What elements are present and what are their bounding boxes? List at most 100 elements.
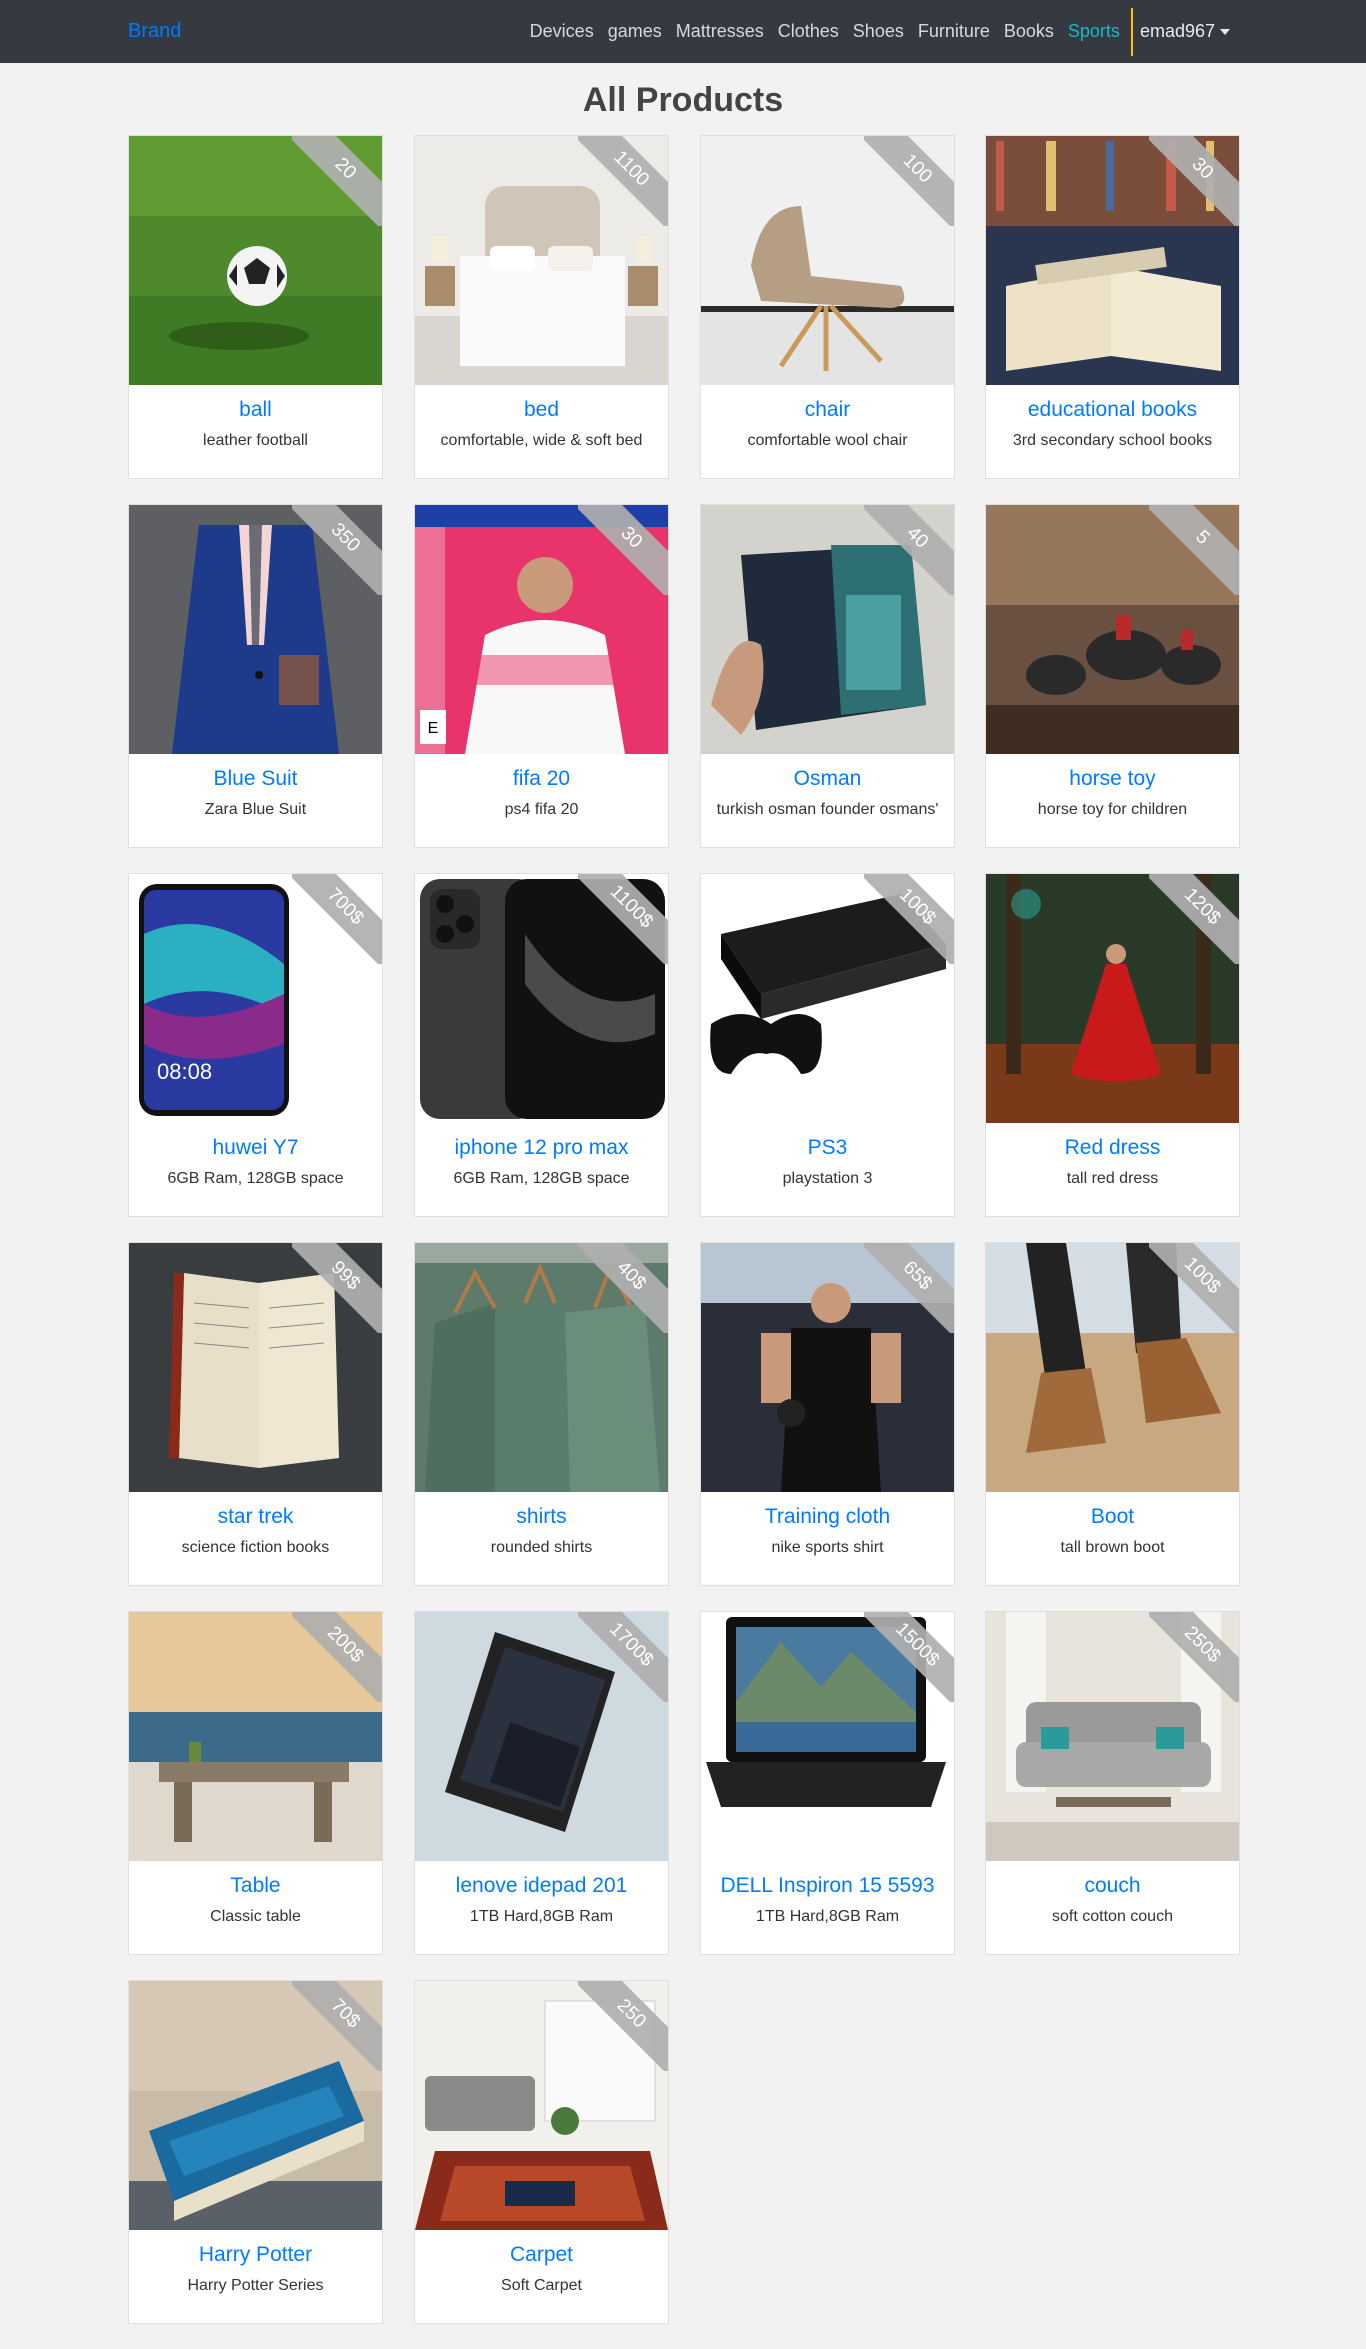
product-image[interactable]: 120$ — [986, 874, 1239, 1123]
product-image[interactable]: 100$ — [701, 874, 954, 1123]
product-image[interactable]: 40$ — [415, 1243, 668, 1492]
nav-link-mattresses[interactable]: Mattresses — [669, 21, 771, 42]
nav-link-furniture[interactable]: Furniture — [911, 21, 997, 42]
nav-link-shoes[interactable]: Shoes — [846, 21, 911, 42]
product-image[interactable]: 100 — [701, 136, 954, 385]
product-image[interactable]: 100$ — [986, 1243, 1239, 1492]
product-image[interactable]: 40 — [701, 505, 954, 754]
product-card[interactable]: 70$ Harry Potter Harry Potter Series — [128, 1980, 383, 2324]
product-image[interactable]: 30 — [986, 136, 1239, 385]
product-title-link[interactable]: star trek — [129, 1502, 382, 1532]
product-title-link[interactable]: Table — [129, 1871, 382, 1901]
caret-down-icon — [1220, 28, 1230, 35]
product-card[interactable]: 250 Carpet Soft Carpet — [414, 1980, 669, 2324]
price-ribbon: 700$ — [292, 874, 382, 964]
user-dropdown[interactable]: emad967 — [1140, 21, 1230, 42]
price-label: 100 — [864, 136, 954, 226]
product-card[interactable]: 350 Blue Suit Zara Blue Suit — [128, 504, 383, 848]
nav-link-sports[interactable]: Sports — [1061, 21, 1127, 42]
product-title-link[interactable]: Boot — [986, 1502, 1239, 1532]
product-description: ps4 fifa 20 — [504, 801, 579, 818]
product-card[interactable]: 1100$ iphone 12 pro max 6GB Ram, 128GB spa… — [414, 873, 669, 1217]
product-description: comfortable wool chair — [747, 432, 908, 449]
product-body: ball leather football — [129, 385, 382, 453]
product-image[interactable]: 250 — [415, 1981, 668, 2230]
product-title-link[interactable]: chair — [701, 395, 954, 425]
product-card[interactable]: 100$ PS3 playstation 3 — [700, 873, 955, 1217]
product-title-link[interactable]: iphone 12 pro max — [415, 1133, 668, 1163]
product-title-link[interactable]: bed — [415, 395, 668, 425]
product-title-link[interactable]: huwei Y7 — [129, 1133, 382, 1163]
nav-link-devices[interactable]: Devices — [523, 21, 601, 42]
price-label: 70$ — [292, 1981, 382, 2071]
product-body: Harry Potter Harry Potter Series — [129, 2230, 382, 2298]
nav-link-books[interactable]: Books — [997, 21, 1061, 42]
product-card[interactable]: 250$ couch soft cotton couch — [985, 1611, 1240, 1955]
product-title-link[interactable]: ball — [129, 395, 382, 425]
product-image[interactable]: 99$ — [129, 1243, 382, 1492]
price-label: 65$ — [864, 1243, 954, 1333]
product-image[interactable]: 350 — [129, 505, 382, 754]
product-title-link[interactable]: Osman — [701, 764, 954, 794]
product-card[interactable]: 40$ shirts rounded shirts — [414, 1242, 669, 1586]
product-card[interactable]: 65$ Training cloth nike sports shirt — [700, 1242, 955, 1586]
product-card[interactable]: 120$ Red dress tall red dress — [985, 873, 1240, 1217]
product-title-link[interactable]: horse toy — [986, 764, 1239, 794]
product-title-link[interactable]: Harry Potter — [129, 2240, 382, 2270]
product-title-link[interactable]: couch — [986, 1871, 1239, 1901]
nav-divider — [1130, 7, 1133, 56]
product-image[interactable]: 20 — [129, 136, 382, 385]
product-card[interactable]: 08:08 700$ huwei Y7 6GB Ram, 128GB space — [128, 873, 383, 1217]
product-title-link[interactable]: educational books — [986, 395, 1239, 425]
product-title-link[interactable]: shirts — [415, 1502, 668, 1532]
product-title-link[interactable]: PS3 — [701, 1133, 954, 1163]
product-card[interactable]: 1700$ lenove idepad 201 1TB Hard,8GB Ram — [414, 1611, 669, 1955]
product-card[interactable]: 20 ball leather football — [128, 135, 383, 479]
product-title-link[interactable]: fifa 20 — [415, 764, 668, 794]
product-description: 1TB Hard,8GB Ram — [469, 1908, 614, 1925]
price-label: 30 — [578, 505, 668, 595]
product-title-link[interactable]: Training cloth — [701, 1502, 954, 1532]
price-ribbon: 1700$ — [578, 1612, 668, 1702]
product-image[interactable]: 70$ — [129, 1981, 382, 2230]
product-title-link[interactable]: lenove idepad 201 — [415, 1871, 668, 1901]
product-image[interactable]: 65$ — [701, 1243, 954, 1492]
price-ribbon: 30 — [1149, 136, 1239, 226]
price-ribbon: 100$ — [1149, 1243, 1239, 1333]
product-card[interactable]: 99$ star trek science fiction books — [128, 1242, 383, 1586]
product-card[interactable]: E 30 fifa 20 ps4 fifa 20 — [414, 504, 669, 848]
product-image[interactable]: 1100 — [415, 136, 668, 385]
product-title-link[interactable]: Red dress — [986, 1133, 1239, 1163]
product-description: Harry Potter Series — [187, 2277, 324, 2294]
product-title-link[interactable]: DELL Inspiron 15 5593 — [701, 1871, 954, 1901]
price-label: 5 — [1149, 505, 1239, 595]
product-card[interactable]: 1500$ DELL Inspiron 15 5593 1TB Hard,8GB R… — [700, 1611, 955, 1955]
product-card[interactable]: 5 horse toy horse toy for children — [985, 504, 1240, 848]
product-card[interactable]: 30 educational books 3rd secondary school … — [985, 135, 1240, 479]
product-image[interactable]: E 30 — [415, 505, 668, 754]
price-ribbon: 40 — [864, 505, 954, 595]
product-card[interactable]: 1100 bed comfortable, wide & soft bed — [414, 135, 669, 479]
brand-link[interactable]: Brand — [128, 20, 181, 43]
price-label: 20 — [292, 136, 382, 226]
product-body: PS3 playstation 3 — [701, 1123, 954, 1191]
product-card[interactable]: 200$ Table Classic table — [128, 1611, 383, 1955]
product-card[interactable]: 40 Osman turkish osman founder osmans' — [700, 504, 955, 848]
svg-text:08:08: 08:08 — [157, 1059, 212, 1084]
product-image[interactable]: 1100$ — [415, 874, 668, 1123]
product-image[interactable]: 1700$ — [415, 1612, 668, 1861]
product-image[interactable]: 08:08 700$ — [129, 874, 382, 1123]
nav-link-games[interactable]: games — [601, 21, 669, 42]
product-image[interactable]: 250$ — [986, 1612, 1239, 1861]
product-body: fifa 20 ps4 fifa 20 — [415, 754, 668, 822]
product-title-link[interactable]: Carpet — [415, 2240, 668, 2270]
product-image[interactable]: 200$ — [129, 1612, 382, 1861]
product-title-link[interactable]: Blue Suit — [129, 764, 382, 794]
product-card[interactable]: 100$ Boot tall brown boot — [985, 1242, 1240, 1586]
price-label: 250 — [578, 1981, 668, 2071]
product-card[interactable]: 100 chair comfortable wool chair — [700, 135, 955, 479]
product-image[interactable]: 1500$ — [701, 1612, 954, 1861]
price-label: 1700$ — [578, 1612, 668, 1702]
product-image[interactable]: 5 — [986, 505, 1239, 754]
nav-link-clothes[interactable]: Clothes — [771, 21, 846, 42]
